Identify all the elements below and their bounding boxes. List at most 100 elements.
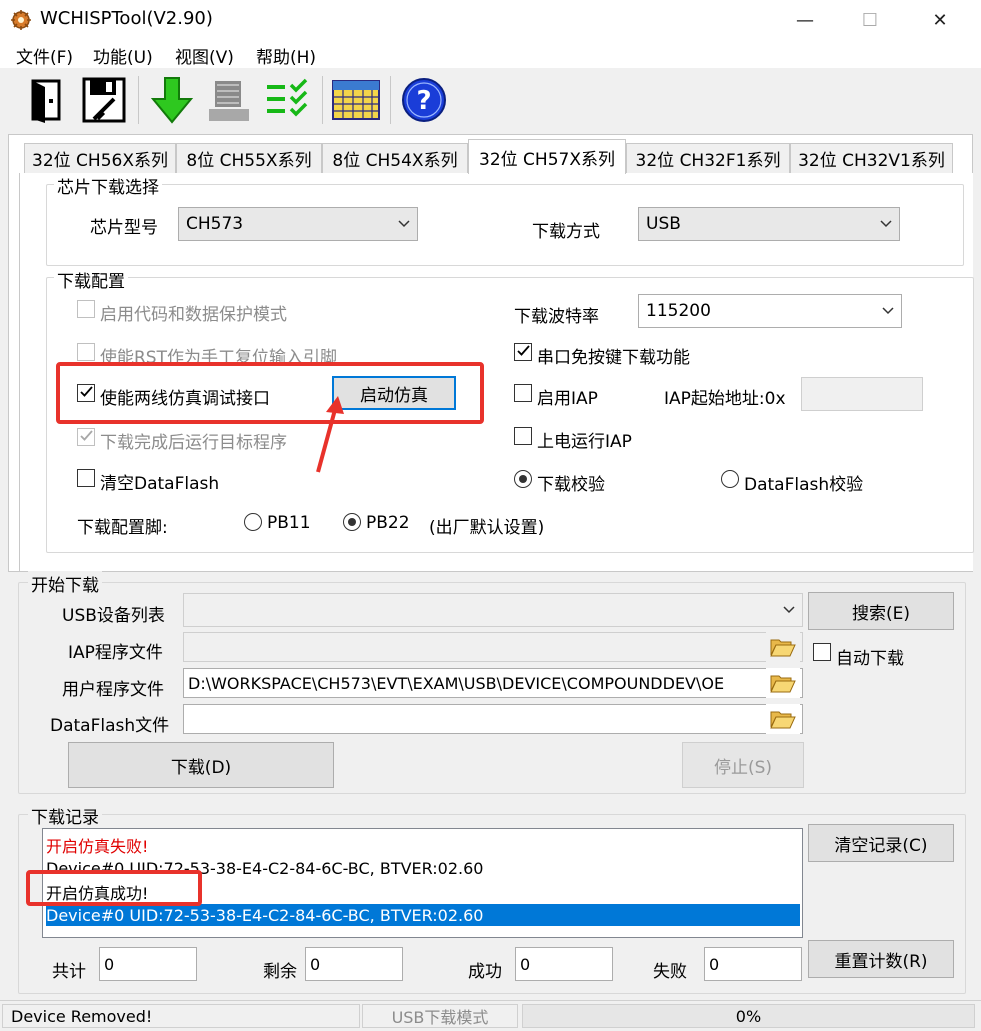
enable-iap-checkbox[interactable] (514, 384, 532, 402)
toolbar-separator (322, 76, 323, 124)
help-button[interactable]: ? (398, 74, 450, 126)
pin-pb11-label: PB11 (267, 513, 311, 533)
menu-help[interactable]: 帮助(H) (256, 43, 316, 68)
download-mode-select[interactable]: USB (638, 207, 900, 241)
status-bar: Device Removed! USB下载模式 0% (0, 1000, 981, 1031)
stop-button[interactable]: 停止(S) (682, 742, 804, 788)
annotation-highlight-box (56, 362, 484, 424)
window-title: WCHISPTool(V2.90) (40, 8, 213, 29)
download-config-title: 下载配置 (54, 267, 128, 292)
verify-download-radio[interactable] (514, 470, 532, 488)
open-button[interactable] (22, 74, 74, 126)
dataflash-file-browse-button[interactable] (766, 704, 800, 734)
config-table-button[interactable] (330, 74, 382, 126)
chip-model-select[interactable]: CH573 (178, 207, 418, 241)
save-button[interactable] (78, 74, 130, 126)
maximize-button[interactable]: ☐ (840, 0, 900, 40)
success-count-field: 0 (515, 947, 613, 981)
clear-log-button[interactable]: 清空记录(C) (808, 824, 954, 862)
annotation-highlight-box (26, 870, 202, 906)
menu-function[interactable]: 功能(U) (93, 43, 153, 68)
protect-mode-label: 启用代码和数据保护模式 (100, 305, 287, 325)
pin-pb22-label: PB22 (366, 513, 410, 533)
toolbar-separator (390, 76, 391, 124)
tab-ch57x[interactable]: 32位 CH57X系列 (468, 139, 626, 174)
wch-tool-icon (11, 10, 31, 30)
toolbar-separator (138, 76, 139, 124)
user-file-label: 用户程序文件 (62, 680, 164, 700)
menu-bar: 文件(F) 功能(U) 视图(V) 帮助(H) (0, 40, 981, 68)
user-file-input[interactable]: D:\WORKSPACE\CH573\EVT\EXAM\USB\DEVICE\C… (183, 668, 803, 698)
checkmark-icon (517, 345, 530, 356)
success-count-label: 成功 (468, 962, 502, 982)
search-button[interactable]: 搜索(E) (808, 592, 954, 630)
menu-view[interactable]: 视图(V) (175, 43, 234, 68)
total-count-label: 共计 (52, 962, 86, 982)
download-log-title: 下载记录 (28, 803, 102, 828)
title-bar: WCHISPTool(V2.90) — ☐ ✕ (0, 0, 981, 40)
pin-note: (出厂默认设置) (429, 518, 545, 538)
calculator-grid-icon (332, 80, 380, 120)
download-tool-button[interactable] (146, 74, 198, 126)
chip-disabled-icon (209, 81, 249, 121)
tab-ch54x[interactable]: 8位 CH54X系列 (322, 143, 468, 173)
dataflash-file-label: DataFlash文件 (50, 716, 170, 736)
close-icon: ✕ (932, 9, 948, 31)
usb-device-select[interactable] (183, 593, 803, 627)
status-mode: USB下载模式 (362, 1004, 518, 1028)
baud-rate-select[interactable]: 115200 (638, 294, 902, 328)
pin-pb11-radio[interactable] (244, 513, 262, 531)
download-mode-value: USB (646, 214, 681, 234)
menu-file[interactable]: 文件(F) (16, 43, 73, 68)
tab-ch32v1[interactable]: 32位 CH32V1系列 (790, 143, 953, 173)
run-after-download-label: 下载完成后运行目标程序 (100, 433, 287, 453)
tab-ch55x[interactable]: 8位 CH55X系列 (176, 143, 322, 173)
start-download-title: 开始下载 (28, 571, 102, 596)
help-question-icon: ? (402, 78, 446, 122)
chip-select-title: 芯片下载选择 (54, 173, 162, 198)
chip-tool-button[interactable] (203, 74, 255, 126)
auto-download-checkbox[interactable] (813, 643, 831, 661)
chevron-down-icon (882, 307, 894, 315)
iap-address-input[interactable] (801, 377, 923, 411)
tab-ch32f1[interactable]: 32位 CH32F1系列 (626, 143, 790, 173)
verify-list-button[interactable] (262, 74, 314, 126)
reset-count-button[interactable]: 重置计数(R) (808, 940, 954, 978)
baud-rate-value: 115200 (646, 301, 711, 321)
iap-file-browse-button[interactable] (766, 632, 800, 662)
remain-count-field: 0 (305, 947, 403, 981)
iap-file-input[interactable] (183, 632, 803, 662)
close-button[interactable]: ✕ (910, 0, 970, 40)
power-run-iap-checkbox[interactable] (514, 427, 532, 445)
clear-dataflash-label: 清空DataFlash (100, 474, 220, 494)
protect-mode-checkbox[interactable] (77, 300, 95, 318)
iap-address-label: IAP起始地址:0x (664, 389, 786, 409)
verify-download-label: 下载校验 (537, 475, 605, 495)
user-file-browse-button[interactable] (766, 668, 800, 698)
verify-dataflash-radio[interactable] (721, 470, 739, 488)
annotation-arrow-icon (316, 396, 344, 473)
auto-download-label: 自动下载 (836, 649, 904, 669)
radio-dot (348, 518, 356, 526)
chip-model-value: CH573 (186, 214, 244, 234)
folder-open-icon (770, 639, 796, 657)
floppy-disk-icon (82, 77, 126, 123)
radio-dot (519, 475, 527, 483)
run-after-download-checkbox[interactable] (77, 428, 95, 446)
dataflash-file-input[interactable] (183, 704, 803, 734)
minimize-button[interactable]: — (775, 0, 835, 40)
download-button[interactable]: 下载(D) (68, 742, 334, 788)
folder-open-icon (770, 675, 796, 693)
checkmark-icon (80, 430, 93, 441)
serial-keyfree-checkbox[interactable] (514, 343, 532, 361)
serial-keyfree-label: 串口免按键下载功能 (537, 348, 690, 368)
pin-pb22-radio[interactable] (343, 513, 361, 531)
config-pin-label: 下载配置脚: (77, 518, 168, 538)
chevron-down-icon (880, 220, 892, 228)
clear-dataflash-checkbox[interactable] (77, 469, 95, 487)
folder-open-icon (770, 711, 796, 729)
tab-ch56x[interactable]: 32位 CH56X系列 (24, 143, 176, 173)
rst-pin-checkbox[interactable] (77, 343, 95, 361)
status-message: Device Removed! (2, 1004, 360, 1028)
enable-iap-label: 启用IAP (537, 389, 598, 409)
